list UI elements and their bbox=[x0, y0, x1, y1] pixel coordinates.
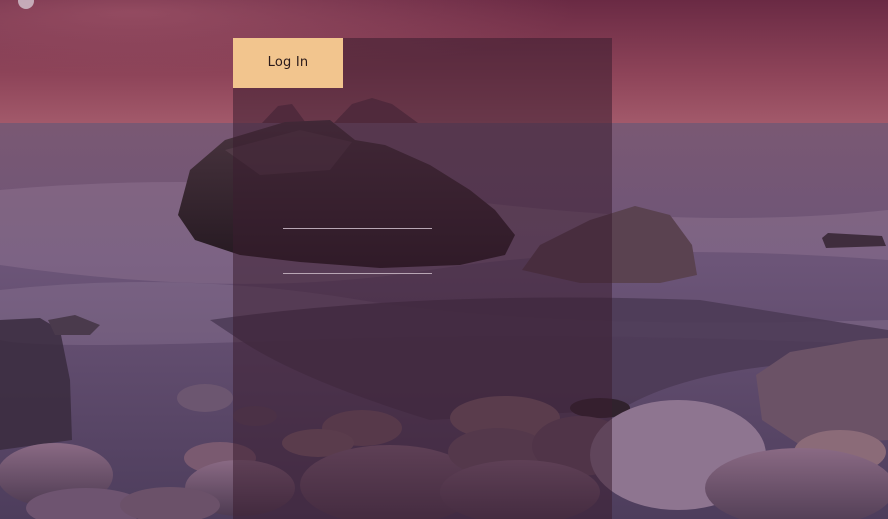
login-tab[interactable]: Log In bbox=[233, 38, 343, 88]
login-panel: Log In bbox=[233, 38, 612, 519]
password-input[interactable] bbox=[283, 251, 432, 274]
username-input[interactable] bbox=[283, 206, 432, 229]
